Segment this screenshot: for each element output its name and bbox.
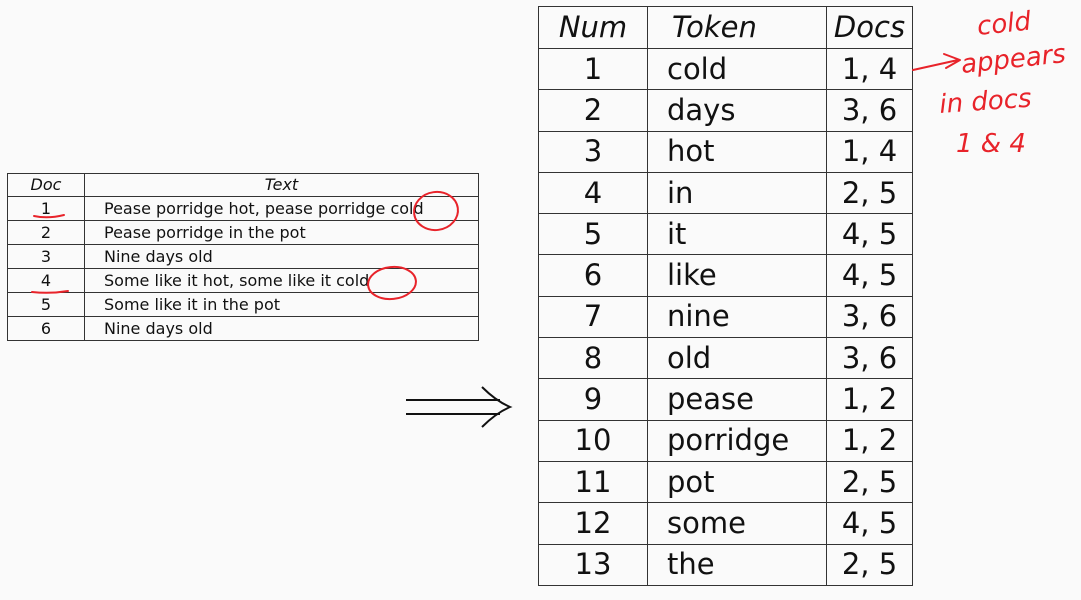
num-cell: 4: [538, 171, 648, 215]
token-column-header: Token: [647, 6, 827, 49]
table-row: 5 it 4, 5: [538, 213, 913, 256]
doc-id-cell: 5: [7, 292, 85, 317]
table-row: 7 nine 3, 6: [538, 295, 913, 339]
annotation-line-3: in docs: [938, 84, 1032, 120]
table-row: 5 Some like it in the pot: [7, 292, 479, 317]
num-cell: 9: [538, 378, 648, 421]
annotation-arrow-icon: [912, 53, 961, 71]
doc-id-cell: 1: [7, 196, 85, 221]
token-cell: like: [647, 254, 827, 297]
table-row: 12 some 4, 5: [538, 502, 913, 545]
table-row: 1 Pease porridge hot, pease porridge col…: [7, 196, 479, 221]
table-row: 11 pot 2, 5: [538, 460, 913, 504]
num-cell: 1: [538, 47, 648, 91]
table-row: 2 Pease porridge in the pot: [7, 220, 479, 245]
doc-text-cell: Some like it in the pot: [84, 292, 479, 317]
annotation-line-1: cold: [976, 6, 1033, 42]
num-cell: 13: [538, 543, 648, 586]
num-cell: 5: [538, 213, 648, 256]
doc-id-cell: 3: [7, 244, 85, 269]
num-cell: 11: [538, 460, 648, 504]
long-rightwards-double-arrow-icon: [406, 386, 513, 428]
token-cell: hot: [647, 130, 827, 173]
token-cell: old: [647, 337, 827, 380]
num-cell: 7: [538, 295, 648, 339]
table-row: 3 Nine days old: [7, 244, 479, 269]
doc-text-cell: Some like it hot, some like it cold: [84, 268, 479, 293]
token-cell: pease: [647, 378, 827, 421]
docs-cell: 4, 5: [826, 213, 913, 256]
documents-table: Doc Text 1 Pease porridge hot, pease por…: [7, 173, 479, 341]
docs-cell: 2, 5: [826, 543, 913, 586]
token-cell: cold: [647, 47, 827, 91]
docs-cell: 1, 4: [826, 130, 913, 173]
table-row: 8 old 3, 6: [538, 337, 913, 380]
docs-cell: 1, 4: [826, 47, 913, 91]
docs-cell: 4, 5: [826, 502, 913, 545]
token-cell: nine: [647, 295, 827, 339]
token-cell: pot: [647, 460, 827, 504]
text-column-header: Text: [84, 173, 479, 197]
token-cell: some: [647, 502, 827, 545]
documents-header-row: Doc Text: [7, 173, 479, 197]
table-row: 1 cold 1, 4: [538, 47, 913, 91]
table-row: 6 Nine days old: [7, 316, 479, 341]
annotation-line-2: appears: [960, 39, 1068, 80]
doc-text-cell: Nine days old: [84, 244, 479, 269]
num-column-header: Num: [538, 6, 648, 49]
table-row: 9 pease 1, 2: [538, 378, 913, 421]
docs-cell: 3, 6: [826, 337, 913, 380]
index-header-row: Num Token Docs: [538, 6, 913, 49]
docs-cell: 2, 5: [826, 171, 913, 215]
num-cell: 10: [538, 419, 648, 462]
token-cell: the: [647, 543, 827, 586]
table-row: 4 in 2, 5: [538, 171, 913, 215]
table-row: 4 Some like it hot, some like it cold: [7, 268, 479, 293]
docs-cell: 2, 5: [826, 460, 913, 504]
doc-id-cell: 6: [7, 316, 85, 341]
doc-column-header: Doc: [7, 173, 85, 197]
docs-column-header: Docs: [826, 6, 913, 49]
doc-text-cell: Nine days old: [84, 316, 479, 341]
token-cell: in: [647, 171, 827, 215]
table-row: 13 the 2, 5: [538, 543, 913, 586]
table-row: 3 hot 1, 4: [538, 130, 913, 173]
docs-cell: 1, 2: [826, 378, 913, 421]
docs-cell: 1, 2: [826, 419, 913, 462]
docs-cell: 4, 5: [826, 254, 913, 297]
doc-id-cell: 4: [7, 268, 85, 293]
num-cell: 6: [538, 254, 648, 297]
token-cell: it: [647, 213, 827, 256]
table-row: 10 porridge 1, 2: [538, 419, 913, 462]
table-row: 6 like 4, 5: [538, 254, 913, 297]
inverted-index-table: Num Token Docs 1 cold 1, 4 2 days 3, 6 3…: [538, 6, 913, 586]
num-cell: 12: [538, 502, 648, 545]
doc-text-cell: Pease porridge in the pot: [84, 220, 479, 245]
token-cell: days: [647, 89, 827, 132]
doc-text-cell: Pease porridge hot, pease porridge cold: [84, 196, 479, 221]
num-cell: 3: [538, 130, 648, 173]
annotation-line-4: 1 & 4: [956, 129, 1026, 159]
table-row: 2 days 3, 6: [538, 89, 913, 132]
num-cell: 2: [538, 89, 648, 132]
num-cell: 8: [538, 337, 648, 380]
docs-cell: 3, 6: [826, 89, 913, 132]
doc-id-cell: 2: [7, 220, 85, 245]
docs-cell: 3, 6: [826, 295, 913, 339]
token-cell: porridge: [647, 419, 827, 462]
